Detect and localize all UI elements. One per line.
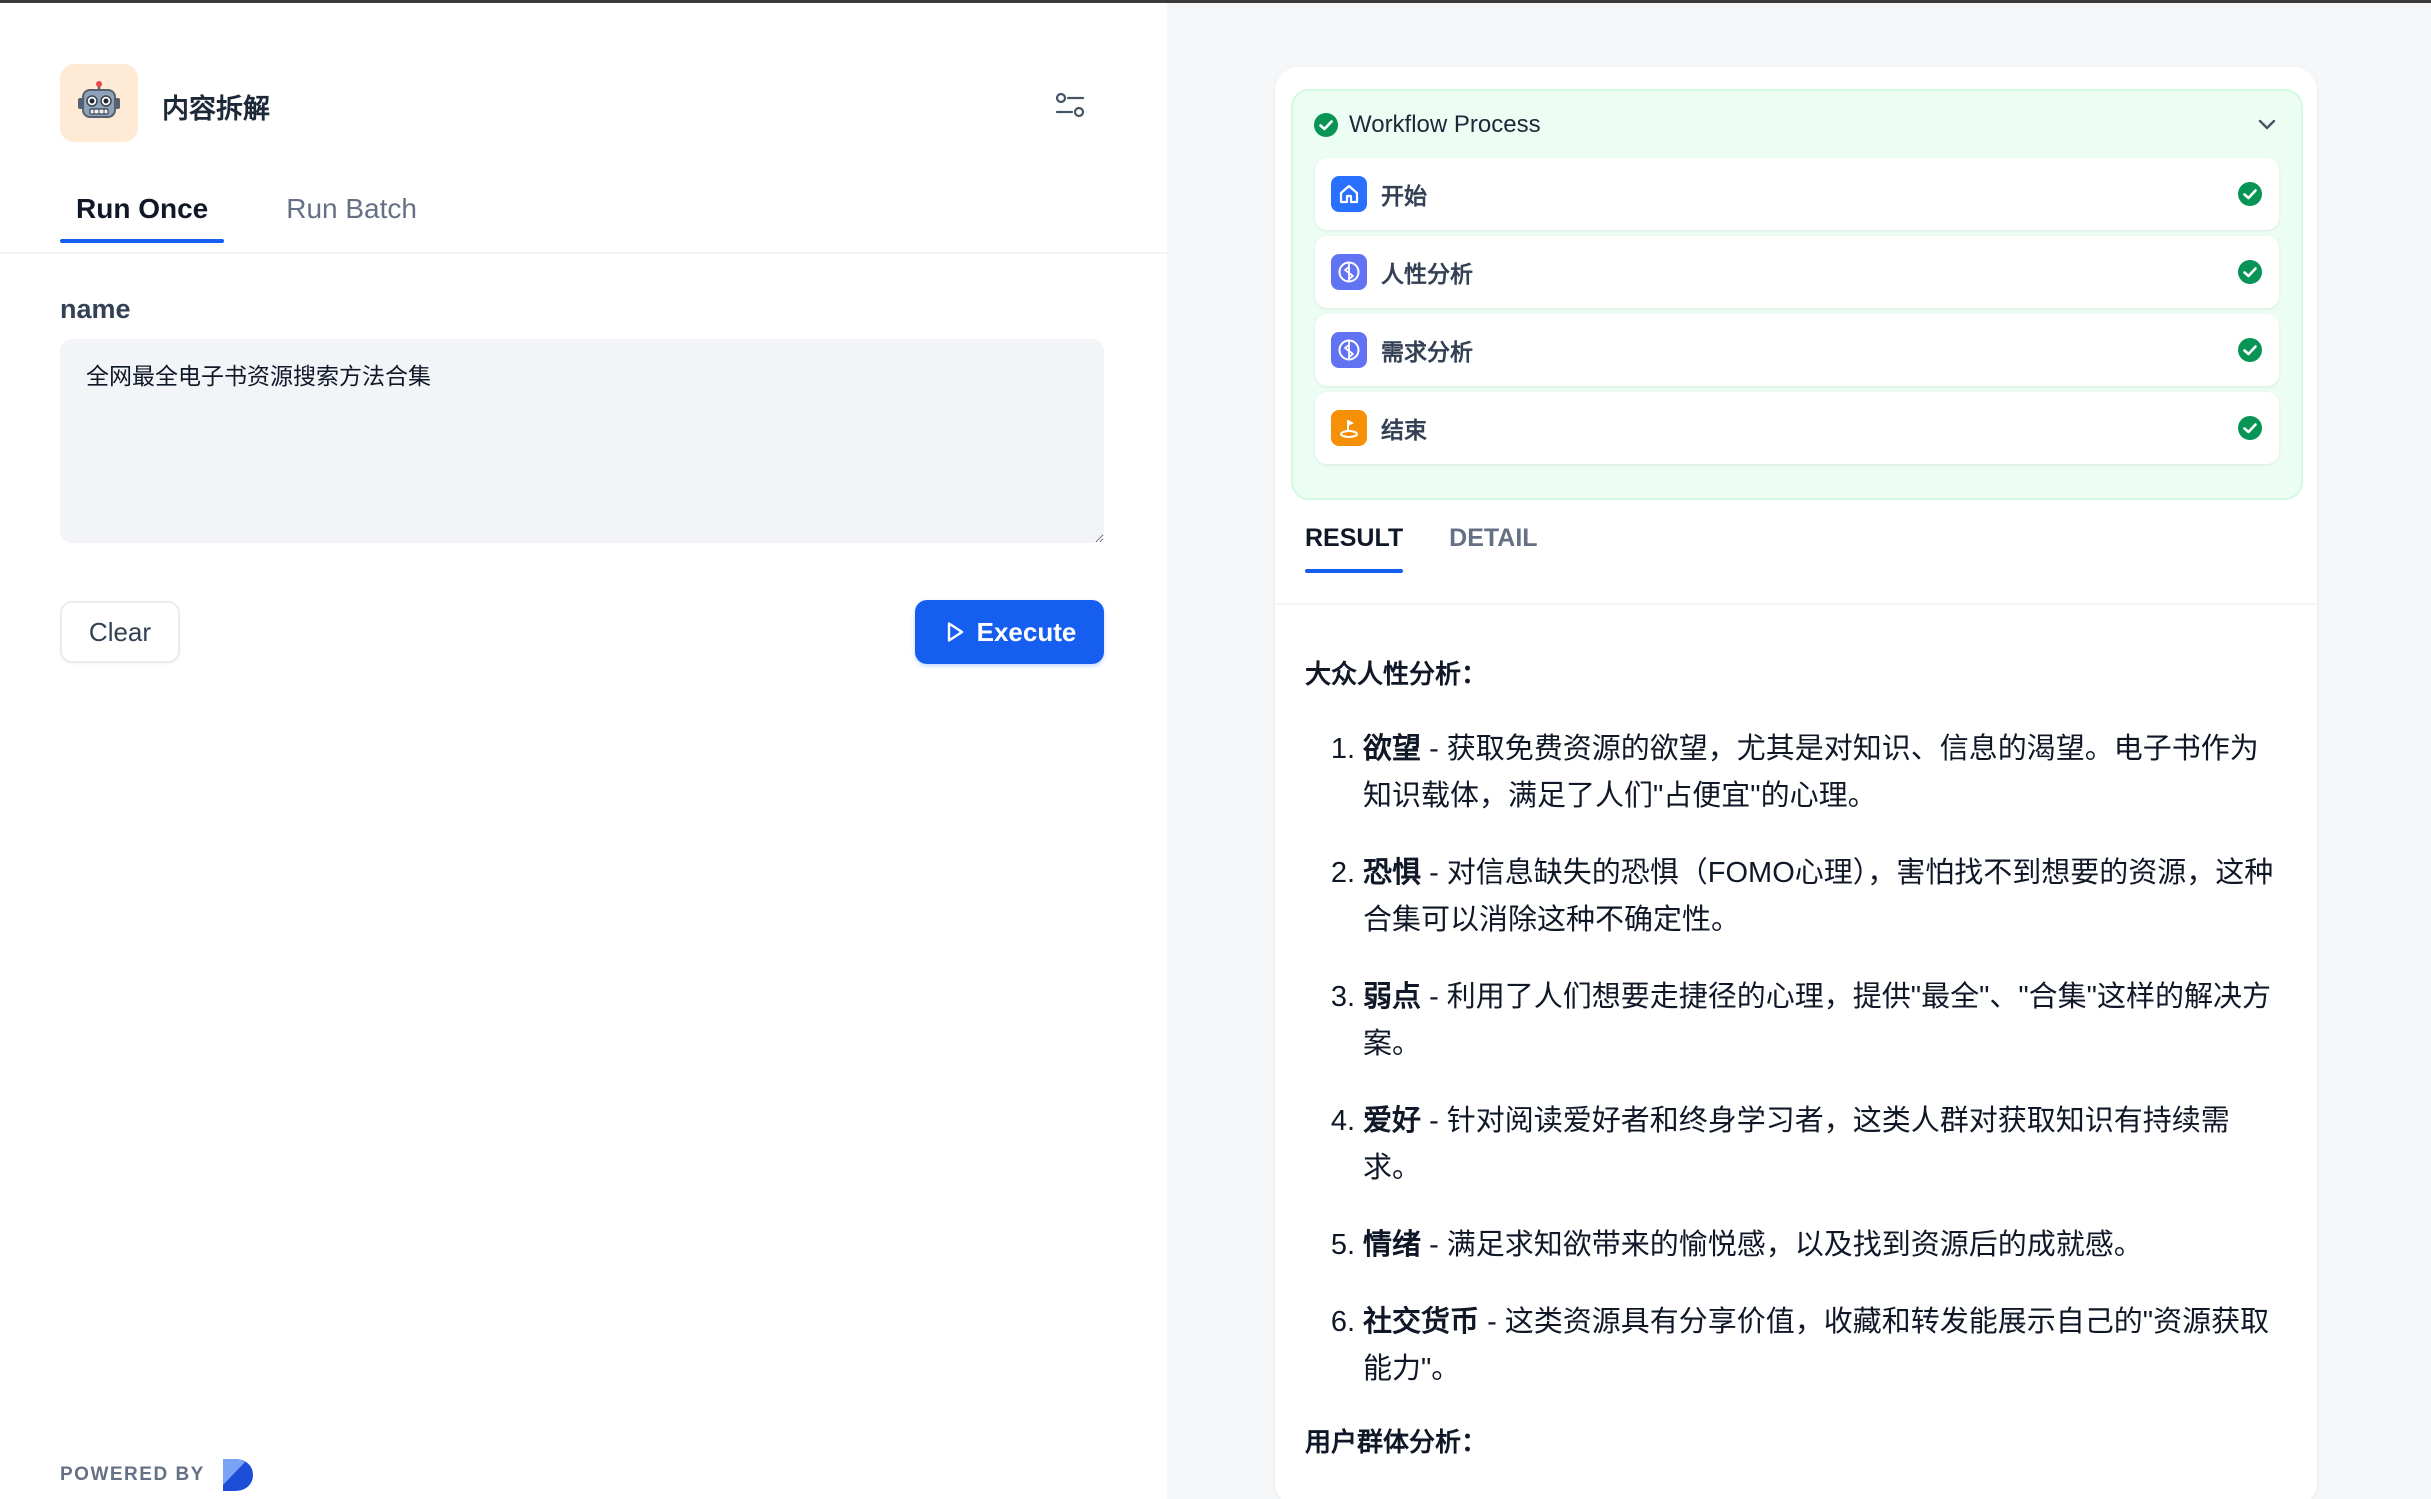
- left-panel: 内容拆解 Run Once Run Batch name 全网最全电子书资源搜索…: [0, 3, 1167, 1499]
- list-item-number: 2.: [1330, 857, 1355, 889]
- execute-label: Execute: [976, 616, 1077, 647]
- node-icon-end: [1331, 410, 1367, 446]
- list-item-text: - 对信息缺失的恐惧（FOMO心理），害怕找不到想要的资源，这种合集可以消除这种…: [1363, 857, 2274, 936]
- execute-button[interactable]: Execute: [915, 600, 1104, 664]
- llm-icon: [1338, 339, 1360, 361]
- node-label-end: 结束: [1381, 417, 1427, 443]
- app-title: 内容拆解: [162, 94, 270, 124]
- result-tabs-divider: [1275, 603, 2317, 605]
- list-item-body: 欲望 - 获取免费资源的欲望，尤其是对知识、信息的渴望。电子书作为知识载体，满足…: [1363, 726, 2283, 820]
- flag-icon: [1340, 420, 1358, 438]
- clear-button[interactable]: Clear: [60, 601, 180, 663]
- list-item: 2. 恐惧 - 对信息缺失的恐惧（FOMO心理），害怕找不到想要的资源，这种合集…: [1305, 850, 2285, 944]
- powered-by: POWERED BY: [60, 1457, 257, 1493]
- list-item: 4. 爱好 - 针对阅读爱好者和终身学习者，这类人群对获取知识有持续需求。: [1305, 1098, 2285, 1192]
- workflow-header[interactable]: Workflow Process: [1313, 107, 2281, 143]
- result-tabs: RESULT DETAIL: [1305, 524, 1538, 573]
- list-item-number: 5.: [1330, 1229, 1355, 1261]
- tab-detail[interactable]: DETAIL: [1449, 524, 1537, 573]
- app-icon: [60, 64, 138, 142]
- node-success-icon: [2238, 338, 2262, 362]
- list-item-term: 欲望: [1363, 733, 1422, 765]
- node-label-demand-analysis: 需求分析: [1381, 339, 1473, 365]
- result-heading-user-group: 用户群体分析：: [1305, 1427, 1488, 1457]
- list-item-text: - 这类资源具有分享价值，收藏和转发能展示自己的"资源获取能力"。: [1363, 1306, 2270, 1385]
- tab-result[interactable]: RESULT: [1305, 524, 1404, 573]
- success-check-icon: [1314, 113, 1338, 137]
- list-item-body: 恐惧 - 对信息缺失的恐惧（FOMO心理），害怕找不到想要的资源，这种合集可以消…: [1363, 850, 2283, 944]
- run-mode-tabs: Run Once Run Batch: [60, 193, 433, 243]
- node-icon-llm: [1331, 332, 1367, 368]
- list-item-text: - 获取免费资源的欲望，尤其是对知识、信息的渴望。电子书作为知识载体，满足了人们…: [1363, 733, 2259, 812]
- list-item-term: 社交货币: [1363, 1306, 1480, 1338]
- llm-icon: [1338, 261, 1360, 283]
- workflow-node-end[interactable]: 结束: [1315, 392, 2279, 464]
- node-success-icon: [2238, 182, 2262, 206]
- list-item-text: - 满足求知欲带来的愉悦感，以及找到资源后的成就感。: [1421, 1229, 2143, 1261]
- node-icon-llm: [1331, 254, 1367, 290]
- list-item-number: 3.: [1330, 981, 1355, 1013]
- result-content: 大众人性分析： 1. 欲望 - 获取免费资源的欲望，尤其是对知识、信息的渴望。电…: [1305, 655, 2285, 1462]
- name-input[interactable]: 全网最全电子书资源搜索方法合集: [60, 339, 1104, 543]
- tab-run-once[interactable]: Run Once: [60, 193, 225, 243]
- list-item-body: 情绪 - 满足求知欲带来的愉悦感，以及找到资源后的成就感。: [1363, 1222, 2283, 1269]
- list-item-number: 1.: [1330, 733, 1355, 765]
- list-item-term: 恐惧: [1363, 857, 1422, 889]
- list-item-term: 情绪: [1363, 1229, 1422, 1261]
- settings-button[interactable]: [1053, 88, 1087, 122]
- sliders-icon: [1055, 92, 1085, 118]
- list-item-body: 弱点 - 利用了人们想要走捷径的心理，提供"最全"、"合集"这样的解决方案。: [1363, 974, 2283, 1068]
- list-item-term: 弱点: [1363, 981, 1422, 1013]
- play-icon: [947, 622, 963, 642]
- result-card: Workflow Process 开始 人性分析 需求分析 结束 RESULT …: [1275, 67, 2317, 1499]
- node-success-icon: [2238, 260, 2262, 284]
- tabs-divider: [0, 252, 1167, 254]
- chevron-down-icon[interactable]: [2253, 111, 2281, 139]
- list-item-text: - 利用了人们想要走捷径的心理，提供"最全"、"合集"这样的解决方案。: [1363, 981, 2271, 1060]
- powered-by-text: POWERED BY: [60, 1464, 205, 1485]
- list-item-term: 爱好: [1363, 1105, 1422, 1137]
- workflow-node-start[interactable]: 开始: [1315, 158, 2279, 230]
- node-label-start: 开始: [1381, 183, 1427, 209]
- robot-icon: [78, 81, 120, 118]
- list-item: 6. 社交货币 - 这类资源具有分享价值，收藏和转发能展示自己的"资源获取能力"…: [1305, 1299, 2285, 1393]
- result-heading-mass-humanity: 大众人性分析：: [1305, 659, 1488, 689]
- workflow-process-panel: Workflow Process 开始 人性分析 需求分析 结束: [1291, 89, 2303, 500]
- list-item: 5. 情绪 - 满足求知欲带来的愉悦感，以及找到资源后的成就感。: [1305, 1222, 2285, 1269]
- list-item-number: 6.: [1330, 1306, 1355, 1338]
- result-list: 1. 欲望 - 获取免费资源的欲望，尤其是对知识、信息的渴望。电子书作为知识载体…: [1305, 726, 2285, 1393]
- workflow-title: Workflow Process: [1349, 111, 1541, 138]
- node-label-humanity-analysis: 人性分析: [1381, 261, 1473, 287]
- node-icon-start: [1331, 176, 1367, 212]
- tab-run-batch[interactable]: Run Batch: [270, 193, 433, 243]
- list-item-text: - 针对阅读爱好者和终身学习者，这类人群对获取知识有持续需求。: [1363, 1105, 2230, 1184]
- list-item-number: 4.: [1330, 1105, 1355, 1137]
- list-item-body: 爱好 - 针对阅读爱好者和终身学习者，这类人群对获取知识有持续需求。: [1363, 1098, 2283, 1192]
- list-item: 3. 弱点 - 利用了人们想要走捷径的心理，提供"最全"、"合集"这样的解决方案…: [1305, 974, 2285, 1068]
- name-field-label: name: [60, 294, 131, 324]
- node-success-icon: [2238, 416, 2262, 440]
- workflow-node-humanity-analysis[interactable]: 人性分析: [1315, 236, 2279, 308]
- home-icon: [1339, 184, 1359, 204]
- workflow-node-demand-analysis[interactable]: 需求分析: [1315, 314, 2279, 386]
- list-item: 1. 欲望 - 获取免费资源的欲望，尤其是对知识、信息的渴望。电子书作为知识载体…: [1305, 726, 2285, 820]
- right-panel: Workflow Process 开始 人性分析 需求分析 结束 RESULT …: [1167, 3, 2431, 1499]
- dify-logo-icon: [222, 1459, 253, 1491]
- list-item-body: 社交货币 - 这类资源具有分享价值，收藏和转发能展示自己的"资源获取能力"。: [1363, 1299, 2283, 1393]
